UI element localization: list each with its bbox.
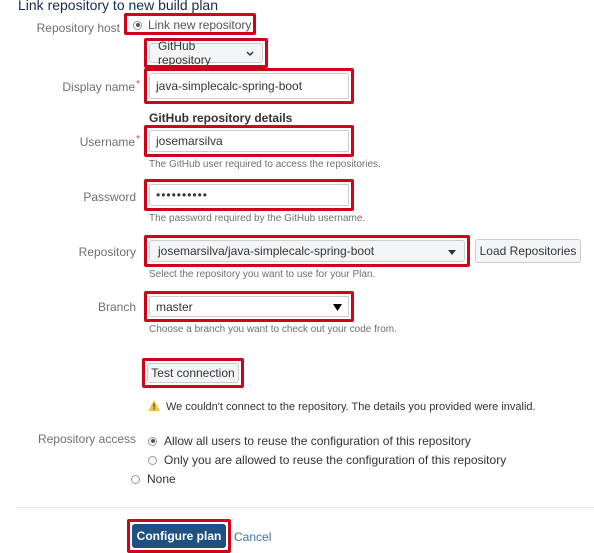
access-option-all-users[interactable]: Allow all users to reuse the configurati… <box>148 434 471 448</box>
repository-host-label: Repository host <box>36 21 120 35</box>
repository-value: josemarsilva/java-simplecalc-spring-boot <box>158 244 375 258</box>
warning-icon <box>148 400 160 414</box>
display-name-label-text: Display name <box>62 80 136 94</box>
connection-warning-text: We couldn't connect to the repository. T… <box>166 401 536 413</box>
display-name-input[interactable]: java-simplecalc-spring-boot <box>149 73 349 99</box>
chevron-down-icon <box>246 46 254 60</box>
caret-down-icon <box>448 244 456 258</box>
cancel-link[interactable]: Cancel <box>234 530 271 544</box>
access-option-none-label: None <box>147 472 176 486</box>
display-name-label: Display name* <box>62 79 140 94</box>
repository-access-label: Repository access <box>37 432 136 446</box>
branch-help: Choose a branch you want to check out yo… <box>149 324 397 335</box>
radio-icon[interactable] <box>133 20 142 30</box>
radio-icon[interactable] <box>148 455 157 465</box>
repository-select[interactable]: josemarsilva/java-simplecalc-spring-boot <box>149 240 465 262</box>
radio-icon[interactable] <box>131 474 140 484</box>
repository-type-select[interactable]: GitHub repository <box>149 39 263 67</box>
repository-label: Repository <box>78 245 136 259</box>
password-label: Password <box>83 190 136 204</box>
branch-label: Branch <box>97 300 136 314</box>
page-title: Link repository to new build plan <box>18 0 219 13</box>
password-help: The password required by the GitHub user… <box>149 213 366 224</box>
access-option-only-you-label: Only you are allowed to reuse the config… <box>164 453 507 467</box>
repository-help: Select the repository you want to use fo… <box>149 269 376 280</box>
radio-icon[interactable] <box>148 436 157 446</box>
username-help: The GitHub user required to access the r… <box>149 159 381 170</box>
caret-down-icon <box>333 300 342 314</box>
username-label: Username* <box>79 134 140 149</box>
repository-type-value: GitHub repository <box>158 39 211 67</box>
test-connection-button[interactable]: Test connection <box>147 363 239 383</box>
branch-value: master <box>156 299 193 314</box>
username-input[interactable]: josemarsilva <box>149 130 349 152</box>
access-option-none[interactable]: None <box>131 472 176 486</box>
username-label-text: Username <box>79 135 136 149</box>
form-divider <box>16 507 594 508</box>
configure-plan-button[interactable]: Configure plan <box>132 524 226 548</box>
github-details-heading: GitHub repository details <box>149 111 293 125</box>
link-new-repository-option[interactable]: Link new repository <box>133 18 251 32</box>
branch-select[interactable]: master <box>149 296 349 317</box>
connection-warning: We couldn't connect to the repository. T… <box>148 400 536 414</box>
access-option-all-users-label: Allow all users to reuse the configurati… <box>164 434 471 448</box>
link-new-repository-label: Link new repository <box>148 18 252 32</box>
password-input[interactable]: •••••••••• <box>149 184 349 206</box>
access-option-only-you[interactable]: Only you are allowed to reuse the config… <box>148 453 506 467</box>
load-repositories-button[interactable]: Load Repositories <box>475 239 581 263</box>
